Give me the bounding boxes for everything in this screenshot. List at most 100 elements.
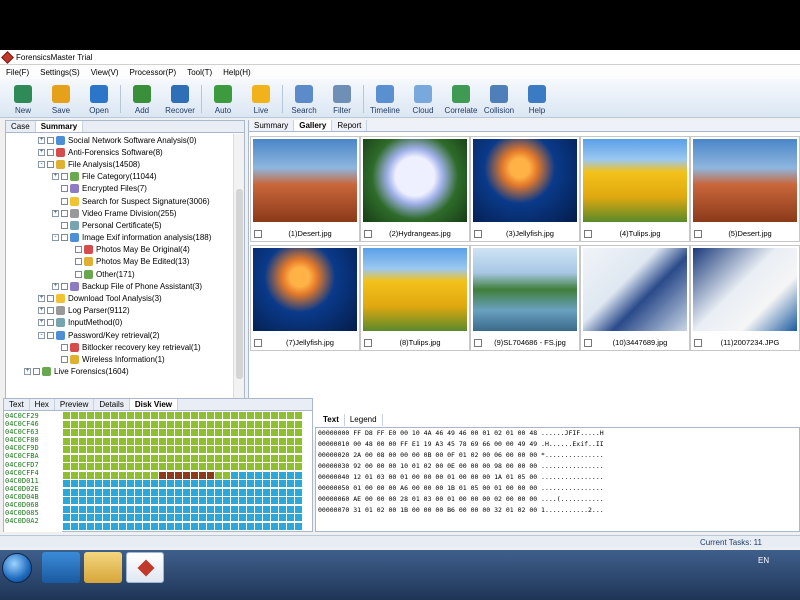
disk-cluster[interactable] (295, 454, 302, 462)
disk-cluster[interactable] (151, 446, 158, 453)
disk-cluster[interactable] (223, 497, 230, 504)
tree-item[interactable]: - Image Exif information analysis(188) (6, 232, 235, 244)
thumbnail-checkbox[interactable] (584, 339, 592, 347)
disk-cluster[interactable] (279, 446, 286, 453)
disk-cluster[interactable] (87, 514, 94, 521)
disk-cluster[interactable] (271, 471, 278, 479)
save-button[interactable]: Save (42, 80, 80, 117)
disk-cluster[interactable] (79, 497, 86, 504)
disk-cluster[interactable] (175, 437, 182, 445)
tree-item[interactable]: + Anti-Forensics Software(8) (6, 146, 235, 158)
disk-cluster[interactable] (167, 446, 174, 453)
disk-cluster[interactable] (127, 514, 134, 521)
disk-cluster[interactable] (287, 505, 294, 513)
disk-cluster[interactable] (95, 480, 102, 487)
disk-cluster[interactable] (159, 420, 166, 428)
disk-cluster[interactable] (151, 429, 158, 436)
disk-cluster[interactable] (151, 480, 158, 487)
disk-cluster[interactable] (223, 420, 230, 428)
tree-expander-icon[interactable]: + (52, 173, 59, 181)
disk-cluster[interactable] (279, 412, 286, 419)
disk-cluster[interactable] (63, 412, 70, 419)
disk-cluster[interactable] (215, 488, 222, 496)
disk-cluster[interactable] (127, 412, 134, 419)
disk-cluster[interactable] (183, 420, 190, 428)
disk-cluster[interactable] (287, 412, 294, 419)
disk-cluster[interactable] (271, 514, 278, 521)
auto-button[interactable]: Auto (204, 80, 242, 117)
tree-checkbox[interactable] (61, 221, 68, 229)
thumbnail-checkbox[interactable] (254, 230, 262, 238)
disk-cluster[interactable] (287, 522, 294, 530)
help-button[interactable]: Help (518, 80, 556, 117)
disk-cluster[interactable] (135, 505, 142, 513)
disk-cluster[interactable] (287, 446, 294, 453)
disk-cluster[interactable] (239, 429, 246, 436)
disk-cluster[interactable] (63, 505, 70, 513)
disk-cluster[interactable] (287, 437, 294, 445)
disk-cluster[interactable] (63, 522, 70, 530)
disk-cluster[interactable] (247, 446, 254, 453)
tree-checkbox[interactable] (61, 185, 68, 193)
disk-cluster[interactable] (95, 446, 102, 453)
disk-cluster[interactable] (159, 488, 166, 496)
disk-cluster[interactable] (95, 420, 102, 428)
disk-cluster[interactable] (95, 437, 102, 445)
disk-cluster[interactable] (127, 522, 134, 530)
disk-cluster[interactable] (111, 522, 118, 530)
disk-cluster[interactable] (127, 463, 134, 470)
disk-cluster[interactable] (199, 522, 206, 530)
disk-cluster[interactable] (175, 480, 182, 487)
disk-cluster[interactable] (247, 463, 254, 470)
disk-cluster[interactable] (183, 471, 190, 479)
disk-cluster[interactable] (175, 420, 182, 428)
disk-cluster[interactable] (279, 497, 286, 504)
disk-cluster[interactable] (199, 488, 206, 496)
disk-cluster[interactable] (239, 488, 246, 496)
disk-cluster[interactable] (79, 480, 86, 487)
disk-cluster[interactable] (215, 420, 222, 428)
disk-cluster[interactable] (95, 488, 102, 496)
disk-cluster[interactable] (71, 420, 78, 428)
disk-cluster[interactable] (95, 514, 102, 521)
disk-cluster[interactable] (151, 522, 158, 530)
disk-cluster[interactable] (103, 514, 110, 521)
disk-cluster[interactable] (111, 446, 118, 453)
disk-cluster[interactable] (255, 471, 262, 479)
gallery-thumbnail[interactable]: (11)2007234.JPG (690, 245, 800, 351)
disk-cluster[interactable] (279, 480, 286, 487)
disk-cluster[interactable] (103, 420, 110, 428)
disk-cluster[interactable] (255, 488, 262, 496)
gallery-thumbnail[interactable]: (8)Tulips.jpg (360, 245, 470, 351)
disk-cluster[interactable] (63, 471, 70, 479)
disk-cluster[interactable] (167, 514, 174, 521)
disk-cluster[interactable] (231, 420, 238, 428)
disk-cluster[interactable] (223, 471, 230, 479)
disk-cluster[interactable] (167, 471, 174, 479)
disk-cluster[interactable] (79, 488, 86, 496)
disk-cluster[interactable] (159, 514, 166, 521)
disk-cluster[interactable] (167, 454, 174, 462)
disk-cluster[interactable] (143, 480, 150, 487)
disk-cluster[interactable] (239, 505, 246, 513)
disk-cluster[interactable] (279, 454, 286, 462)
disk-cluster[interactable] (199, 471, 206, 479)
thumbnail-checkbox[interactable] (364, 339, 372, 347)
disk-cluster[interactable] (151, 437, 158, 445)
disk-cluster[interactable] (95, 463, 102, 470)
disk-cluster[interactable] (119, 497, 126, 504)
disk-cluster[interactable] (263, 505, 270, 513)
new-button[interactable]: New (4, 80, 42, 117)
disk-cluster[interactable] (215, 514, 222, 521)
disk-cluster[interactable] (199, 514, 206, 521)
disk-cluster[interactable] (215, 429, 222, 436)
disk-cluster[interactable] (263, 412, 270, 419)
disk-cluster[interactable] (215, 505, 222, 513)
thumbnail-checkbox[interactable] (364, 230, 372, 238)
disk-cluster[interactable] (79, 412, 86, 419)
tree-expander-icon[interactable]: + (38, 307, 45, 315)
disk-cluster[interactable] (79, 471, 86, 479)
tree-item[interactable]: Wireless Information(1) (6, 353, 235, 365)
disk-cluster[interactable] (63, 454, 70, 462)
disk-cluster[interactable] (247, 429, 254, 436)
